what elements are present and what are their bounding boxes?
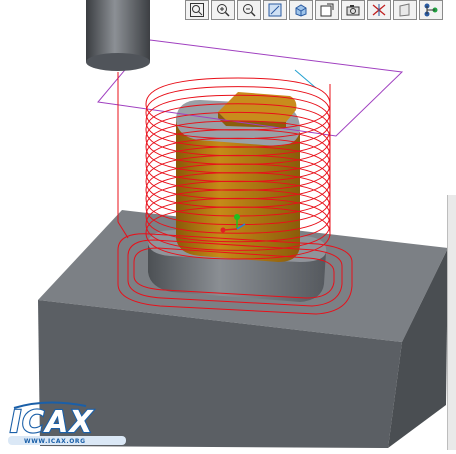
zoom-in-icon (217, 4, 230, 17)
sketch-view-icon (268, 3, 282, 17)
zoom-out-button[interactable] (237, 0, 261, 20)
sketch-view-button[interactable] (263, 0, 287, 20)
saved-views-button[interactable] (315, 0, 339, 20)
logo-subtext: WWW.ICAX.ORG (24, 438, 86, 445)
datum-display-button[interactable] (367, 0, 391, 20)
graphics-viewport[interactable] (0, 0, 456, 450)
view-toolbar (185, 0, 456, 20)
zoom-out-icon (243, 4, 256, 17)
zoom-in-button[interactable] (211, 0, 235, 20)
triad-x-axis (223, 228, 238, 231)
spin-center-icon (424, 3, 438, 17)
shading-button[interactable] (289, 0, 313, 20)
display-style-icon (399, 3, 410, 17)
icax-logo: ICAX WWW.ICAX.ORG (8, 401, 126, 445)
camera-icon (346, 5, 360, 16)
side-panel-edge[interactable] (447, 195, 456, 450)
zoom-fit-icon (190, 3, 204, 17)
zoom-fit-button[interactable] (185, 0, 209, 20)
triad-y-tip (234, 214, 240, 220)
plane-axis-line (294, 69, 317, 89)
part-top-boss (218, 92, 297, 122)
logo-text: ICAX (10, 405, 94, 440)
cnc-toolpath-scene (38, 0, 448, 448)
saved-views-icon (320, 3, 334, 17)
spin-center-button[interactable] (419, 0, 443, 20)
display-style-button[interactable] (393, 0, 417, 20)
datum-display-icon (372, 4, 386, 16)
triad-x-tip (220, 227, 226, 233)
cutting-tool[interactable] (86, 0, 150, 71)
tool-shank (86, 0, 150, 62)
tool-tip (86, 53, 150, 71)
camera-button[interactable] (341, 0, 365, 20)
shading-icon (295, 4, 307, 17)
